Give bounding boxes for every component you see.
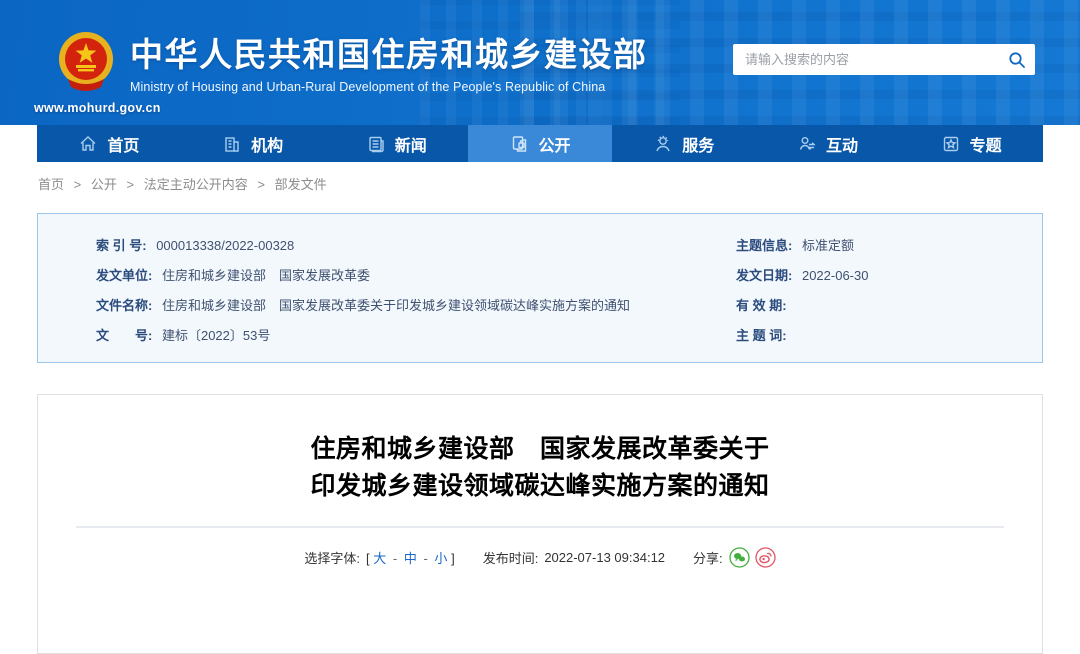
disclosure-icon <box>512 135 526 152</box>
nav-item-interaction[interactable]: 互动 <box>756 125 900 162</box>
organization-icon <box>225 136 239 152</box>
bracket: [ <box>365 551 370 566</box>
breadcrumb-home[interactable]: 首页 <box>38 177 64 192</box>
doc-value: 标准定额 <box>801 238 854 253</box>
publish-time-value: 2022-07-13 09:34:12 <box>544 550 666 565</box>
title-divider <box>76 526 1004 528</box>
nav-item-special-topic[interactable]: 专题 <box>899 125 1043 162</box>
search-icon <box>1009 51 1025 68</box>
nav-label: 互动 <box>825 137 858 155</box>
font-size-small-link[interactable]: 小 <box>434 551 447 566</box>
doc-row-document-name: 文件名称: 住房和城乡建设部 国家发展改革委关于印发城乡建设领域碳达峰实施方案的… <box>96 295 736 325</box>
main-navigation: 首页 机构 新闻 公开 服务 互动 专题 <box>37 125 1043 162</box>
article-title-line2: 印发城乡建设领域碳达峰实施方案的通知 <box>310 472 770 500</box>
doc-value: 建标〔2022〕53号 <box>161 328 271 343</box>
national-emblem-logo <box>59 32 113 91</box>
doc-info-right-column: 主题信息: 标准定额 发文日期: 2022-06-30 有 效 期: 主 题 词… <box>736 235 1036 362</box>
breadcrumb-ministry-documents[interactable]: 部发文件 <box>275 177 327 192</box>
search-input[interactable] <box>733 46 999 73</box>
breadcrumb-separator: > <box>73 177 82 192</box>
doc-row-issuing-unit: 发文单位: 住房和城乡建设部 国家发展改革委 <box>96 265 736 295</box>
doc-label: 文 号: <box>96 328 153 343</box>
breadcrumb-disclosure[interactable]: 公开 <box>91 177 117 192</box>
site-header: www.mohurd.gov.cn 中华人民共和国住房和城乡建设部 Minist… <box>0 0 1080 125</box>
doc-label: 发文单位: <box>96 268 153 283</box>
doc-row-topic-info: 主题信息: 标准定额 <box>736 235 1036 265</box>
weibo-share-icon[interactable] <box>755 547 776 568</box>
nav-item-organization[interactable]: 机构 <box>181 125 325 162</box>
doc-row-keywords: 主 题 词: <box>736 325 1036 355</box>
special-topic-icon <box>943 136 958 151</box>
site-title-block: 中华人民共和国住房和城乡建设部 Ministry of Housing and … <box>130 34 648 94</box>
wechat-share-icon[interactable] <box>729 547 750 568</box>
doc-label: 主题信息: <box>736 238 793 253</box>
nav-label: 专题 <box>969 137 1002 155</box>
doc-label: 主 题 词: <box>736 328 787 343</box>
nav-item-home[interactable]: 首页 <box>37 125 181 162</box>
publish-time-label: 发布时间: <box>482 551 539 566</box>
site-title-english: Ministry of Housing and Urban-Rural Deve… <box>130 80 606 94</box>
bracket: ] <box>451 551 455 566</box>
article-title: 住房和城乡建设部 国家发展改革委关于 印发城乡建设领域碳达峰实施方案的通知 <box>38 431 1042 505</box>
font-size-medium-link[interactable]: 中 <box>404 551 417 566</box>
doc-value: 2022-06-30 <box>801 268 869 283</box>
interaction-icon <box>799 136 816 150</box>
doc-label: 有 效 期: <box>736 298 787 313</box>
font-size-separator: - <box>423 551 428 566</box>
doc-label: 文件名称: <box>96 298 153 313</box>
doc-value: 000013338/2022-00328 <box>156 238 295 253</box>
article-meta-bar: 选择字体: [ 大 - 中 - 小 ] 发布时间: 2022-07-13 09:… <box>38 547 1042 568</box>
home-icon <box>80 135 96 151</box>
site-title-chinese: 中华人民共和国住房和城乡建设部 <box>130 36 648 73</box>
search-bar <box>733 44 1035 75</box>
breadcrumb-separator: > <box>257 177 265 192</box>
site-url: www.mohurd.gov.cn <box>34 101 161 115</box>
font-select-label: 选择字体: <box>304 551 360 566</box>
nav-label: 服务 <box>682 137 715 155</box>
doc-row-document-number: 文 号: 建标〔2022〕53号 <box>96 325 736 355</box>
search-button[interactable] <box>999 44 1035 75</box>
nav-label: 机构 <box>251 137 284 155</box>
doc-row-issue-date: 发文日期: 2022-06-30 <box>736 265 1036 295</box>
doc-value: 住房和城乡建设部 国家发展改革委 <box>161 268 370 283</box>
doc-row-validity-period: 有 效 期: <box>736 295 1036 325</box>
font-size-selector: [ 大 - 中 - 小 ] <box>366 548 455 567</box>
nav-item-service[interactable]: 服务 <box>612 125 756 162</box>
news-icon <box>369 136 384 152</box>
doc-label: 索 引 号: <box>96 238 147 253</box>
doc-info-left-column: 索 引 号: 000013338/2022-00328 发文单位: 住房和城乡建… <box>96 235 736 362</box>
nav-label: 新闻 <box>394 137 427 155</box>
nav-label: 公开 <box>538 137 571 155</box>
breadcrumb: 首页 > 公开 > 法定主动公开内容 > 部发文件 <box>38 174 327 193</box>
nav-item-news[interactable]: 新闻 <box>324 125 468 162</box>
article-title-line1: 住房和城乡建设部 国家发展改革委关于 <box>310 435 770 463</box>
breadcrumb-statutory-content[interactable]: 法定主动公开内容 <box>144 177 248 192</box>
service-icon <box>656 135 670 151</box>
breadcrumb-separator: > <box>126 177 135 192</box>
nav-item-disclosure[interactable]: 公开 <box>468 125 612 162</box>
font-size-large-link[interactable]: 大 <box>373 551 386 566</box>
share-label: 分享: <box>693 551 723 566</box>
share-icons <box>729 547 776 568</box>
nav-label: 首页 <box>107 137 140 155</box>
document-info-box: 索 引 号: 000013338/2022-00328 发文单位: 住房和城乡建… <box>37 213 1043 363</box>
doc-row-index-number: 索 引 号: 000013338/2022-00328 <box>96 235 736 265</box>
doc-value: 住房和城乡建设部 国家发展改革委关于印发城乡建设领域碳达峰实施方案的通知 <box>161 298 630 313</box>
font-size-separator: - <box>392 551 398 566</box>
doc-label: 发文日期: <box>736 268 793 283</box>
article-content-box: 住房和城乡建设部 国家发展改革委关于 印发城乡建设领域碳达峰实施方案的通知 选择… <box>37 394 1043 654</box>
